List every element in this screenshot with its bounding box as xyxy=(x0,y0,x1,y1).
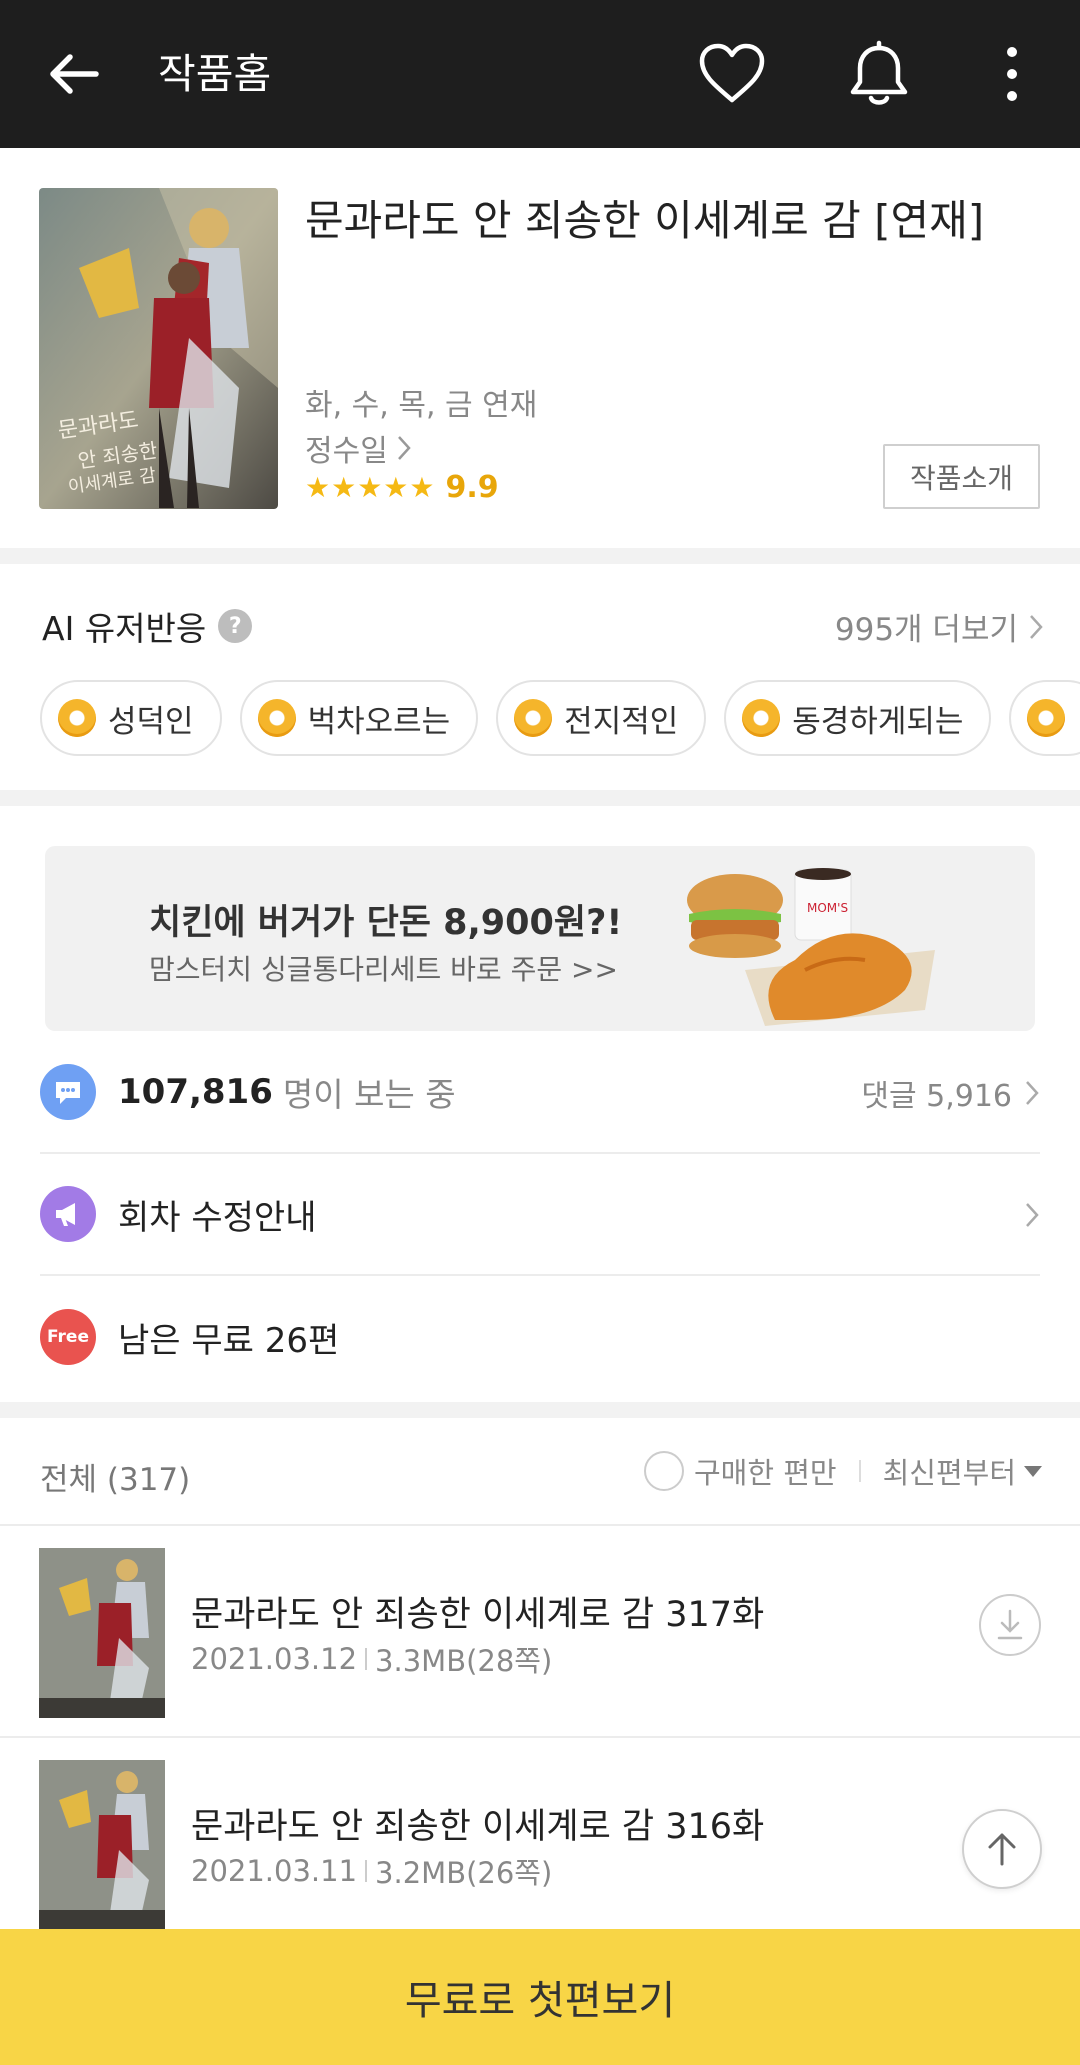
ai-reaction-title: AI 유저반응 ? xyxy=(42,602,253,650)
reaction-chip[interactable]: 벅차오르는 xyxy=(239,680,479,756)
coin-icon xyxy=(58,699,96,737)
ai-reaction-label: AI 유저반응 xyxy=(42,609,207,648)
more-vertical-icon[interactable] xyxy=(995,44,1029,104)
author-name: 정수일 xyxy=(305,434,388,469)
arrow-left-icon[interactable] xyxy=(44,44,104,104)
free-remaining: 남은 무료 26편 xyxy=(118,1320,340,1361)
reaction-chip[interactable]: 전지적인 xyxy=(496,680,707,756)
episode-size: 3.3MB(28쪽) xyxy=(375,1644,553,1678)
viewer-suffix: 명이 보는 중 xyxy=(282,1075,456,1114)
arrow-up-icon xyxy=(988,1833,1016,1866)
download-icon[interactable] xyxy=(979,1594,1041,1656)
episode-date: 2021.03.11 xyxy=(191,1854,358,1888)
episode-date: 2021.03.12 xyxy=(191,1642,358,1676)
scroll-top-button[interactable] xyxy=(962,1809,1042,1889)
ad-headline: 치킨에 버거가 단돈 8,900원?! xyxy=(149,903,623,943)
megaphone-icon xyxy=(40,1186,96,1242)
reaction-chip[interactable]: 동경하게되는 xyxy=(724,680,992,756)
caret-down-icon[interactable] xyxy=(1024,1465,1042,1477)
total-episodes: 전체 (317) xyxy=(40,1462,191,1498)
author-link[interactable]: 정수일 xyxy=(305,426,412,470)
coin-icon xyxy=(514,699,553,737)
chevron-right-icon xyxy=(1026,1081,1039,1105)
episode-meta: 2021.03.12 3.3MB(28쪽) xyxy=(191,1638,552,1680)
page-title: 작품홈 xyxy=(158,50,272,98)
star-rating-icon: ★★★★★ xyxy=(305,471,436,504)
svg-text:MOM'S: MOM'S xyxy=(807,901,848,915)
top-bar: 작품홈 xyxy=(0,0,1080,148)
reaction-chip[interactable]: 성덕인 xyxy=(40,680,222,756)
episode-thumbnail xyxy=(39,1760,165,1930)
rating: ★★★★★ 9.9 xyxy=(305,470,499,505)
coin-icon xyxy=(742,699,781,737)
coin-icon xyxy=(257,699,296,737)
help-icon[interactable]: ? xyxy=(218,609,253,643)
list-filters: 구매한 편만 최신편부터 xyxy=(643,1446,1042,1496)
coin-icon xyxy=(1027,699,1066,737)
divider xyxy=(858,1460,861,1482)
chevron-right-icon xyxy=(1026,1203,1039,1227)
divider xyxy=(0,790,1080,806)
purchased-only-radio[interactable] xyxy=(643,1451,684,1491)
ai-more-label: 995개 더보기 xyxy=(834,612,1018,648)
episode-list-header: 전체 (317) 구매한 편만 최신편부터 xyxy=(0,1418,1080,1526)
comments-link[interactable]: 댓글 5,916 xyxy=(861,1032,1040,1154)
ad-banner[interactable]: 치킨에 버거가 단돈 8,900원?! 맘스터치 싱글통다리세트 바로 주문 >… xyxy=(45,846,1035,1031)
chevron-right-icon xyxy=(1030,614,1043,639)
chevron-right-icon xyxy=(397,436,411,460)
ad-subtext: 맘스터치 싱글통다리세트 바로 주문 >> xyxy=(149,953,618,986)
reaction-chip[interactable] xyxy=(1009,680,1080,756)
work-info: 문과라도 안 죄송한 이세계로 감 문과라도 안 죄송한 이세계로 감 [연재]… xyxy=(0,148,1080,548)
purchased-only-label[interactable]: 구매한 편만 xyxy=(694,1450,837,1492)
episode-thumbnail xyxy=(39,1548,165,1718)
divider xyxy=(365,1648,368,1670)
read-first-free-button[interactable]: 무료로 첫편보기 xyxy=(0,1929,1080,2065)
free-episodes-row: Free 남은 무료 26편 xyxy=(40,1276,1040,1398)
free-badge: Free xyxy=(40,1309,96,1365)
episode-meta: 2021.03.11 3.2MB(26쪽) xyxy=(191,1850,552,1892)
episode-item[interactable]: 문과라도 안 죄송한 이세계로 감 317화 2021.03.12 3.3MB(… xyxy=(0,1526,1080,1738)
episode-title: 문과라도 안 죄송한 이세계로 감 317화 xyxy=(191,1595,765,1635)
notice-label: 회차 수정안내 xyxy=(118,1197,317,1238)
notice-chevron xyxy=(1024,1154,1040,1276)
reaction-chips: 성덕인 벅차오르는 전지적인 동경하게되는 xyxy=(40,680,1080,756)
episode-size: 3.2MB(26쪽) xyxy=(375,1856,553,1890)
work-title: 문과라도 안 죄송한 이세계로 감 [연재] xyxy=(305,196,985,245)
work-intro-button[interactable]: 작품소개 xyxy=(883,444,1040,509)
serial-schedule: 화, 수, 목, 금 연재 xyxy=(305,388,538,423)
comment-count: 댓글 5,916 xyxy=(861,1079,1012,1114)
viewers-row[interactable]: 107,816 명이 보는 중 댓글 5,916 xyxy=(40,1032,1040,1154)
food-image: MOM'S xyxy=(687,868,935,1026)
cover-image[interactable]: 문과라도 안 죄송한 이세계로 감 xyxy=(39,188,278,509)
divider xyxy=(0,548,1080,564)
ai-reaction-more[interactable]: 995개 더보기 xyxy=(835,604,1044,649)
divider xyxy=(365,1860,368,1882)
sort-dropdown[interactable]: 최신편부터 xyxy=(883,1450,1016,1492)
bell-icon[interactable] xyxy=(846,40,912,110)
viewer-count: 107,816 xyxy=(118,1072,273,1112)
divider xyxy=(0,1402,1080,1418)
episode-item[interactable]: 문과라도 안 죄송한 이세계로 감 316화 2021.03.11 3.2MB(… xyxy=(0,1738,1080,1950)
episode-notice-row[interactable]: 회차 수정안내 xyxy=(40,1154,1040,1276)
episode-title: 문과라도 안 죄송한 이세계로 감 316화 xyxy=(191,1807,765,1847)
chat-icon xyxy=(40,1064,96,1120)
heart-icon[interactable] xyxy=(697,42,767,106)
rating-value: 9.9 xyxy=(445,470,499,505)
